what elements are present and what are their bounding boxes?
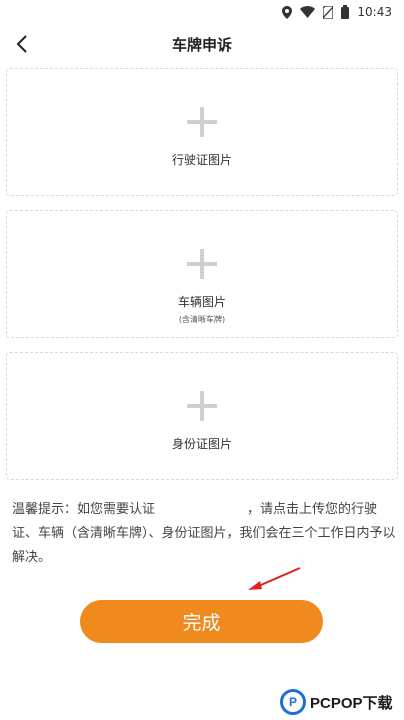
- annotation-arrow-icon: [248, 567, 301, 590]
- tip-text: 温馨提示：如您需要认证 ，请点击上传您的行驶证、车辆（含清晰车牌）、身份证图片，我…: [12, 498, 396, 570]
- watermark-text: PCPOP下载: [310, 694, 393, 712]
- wifi-icon: [300, 6, 316, 18]
- tip-part-1: 温馨提示：如您需要认证: [12, 502, 156, 517]
- upload-vehicle-photo-card[interactable]: 车辆图片 (含清晰车牌): [6, 210, 398, 338]
- status-bar: 10:43: [0, 0, 404, 24]
- nav-bar: 车牌申诉: [0, 24, 404, 64]
- back-button[interactable]: [8, 30, 36, 58]
- chevron-left-icon: [16, 35, 27, 53]
- card-label: 行驶证图片: [171, 153, 232, 167]
- pcpop-logo-icon: P: [280, 689, 306, 715]
- watermark: P PCPOP下载: [280, 684, 404, 720]
- location-icon: [282, 5, 293, 19]
- plus-icon: [187, 249, 217, 279]
- status-time: 10:43: [357, 5, 392, 19]
- card-sublabel: (含清晰车牌): [178, 315, 226, 324]
- upload-id-card-card[interactable]: 身份证图片: [6, 352, 398, 480]
- upload-driving-license-card[interactable]: 行驶证图片: [6, 68, 398, 196]
- card-label: 身份证图片: [171, 437, 232, 451]
- plus-icon: [187, 107, 217, 137]
- done-button[interactable]: 完成: [80, 600, 323, 643]
- plus-icon: [187, 391, 217, 421]
- no-sim-icon: [323, 5, 334, 19]
- card-label: 车辆图片: [177, 295, 226, 309]
- page-title: 车牌申诉: [171, 35, 232, 54]
- battery-icon: [341, 5, 350, 19]
